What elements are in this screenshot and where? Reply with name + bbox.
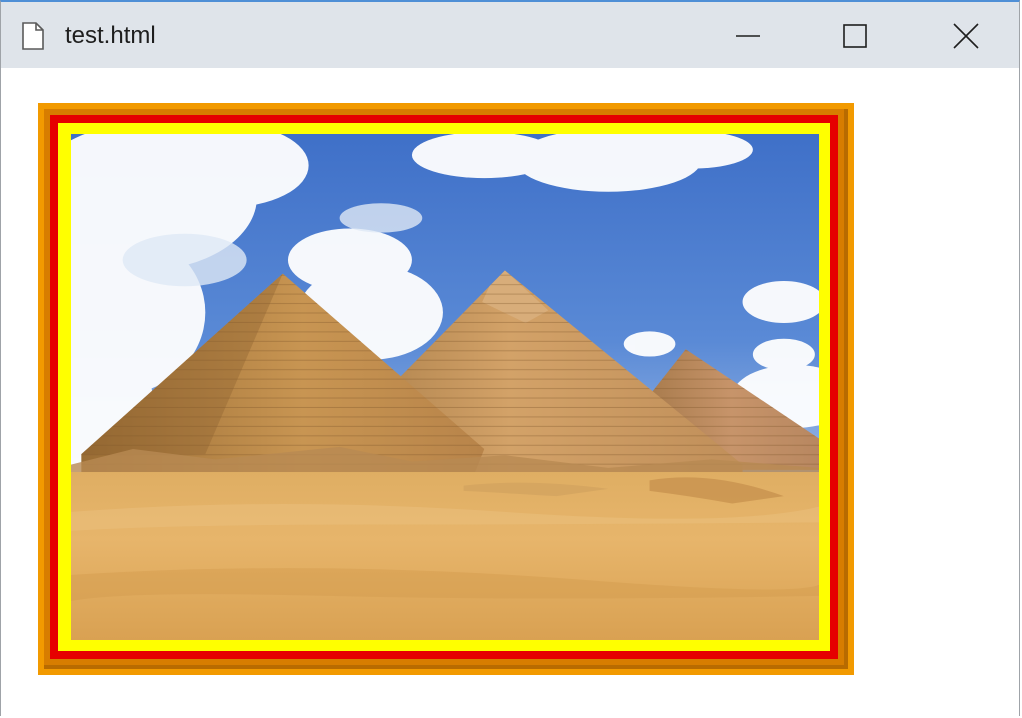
image-frame-outer-border [38,103,854,675]
document-icon [22,22,44,50]
page-content [1,68,1019,716]
title-bar[interactable]: test.html [1,2,1019,68]
browser-window: test.html [0,0,1020,716]
pyramids-photo [71,134,819,640]
image-frame-red-border [50,115,838,659]
maximize-icon [843,24,867,48]
image-frame-yellow-border [58,123,830,651]
minimize-button[interactable] [726,16,770,56]
close-icon [953,23,979,49]
minimize-icon [736,35,760,37]
maximize-button[interactable] [833,16,877,56]
image-frame-ridge-border [44,109,848,669]
close-button[interactable] [944,16,988,56]
window-title: test.html [65,22,156,49]
